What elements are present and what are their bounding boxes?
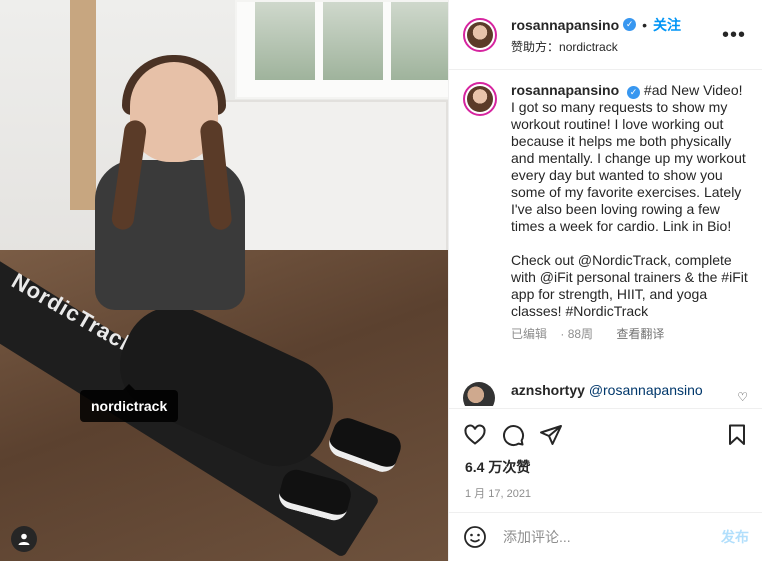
sponsor-prefix: 赞助方： [511,39,560,54]
window-pane [323,2,383,80]
window-pane [255,2,315,80]
tagged-users-button[interactable] [11,526,37,552]
window-pane [391,2,448,80]
author-avatar[interactable] [463,17,497,52]
post-header: rosannapansino ✓ • 关注 赞助方：nordictrack ••… [449,0,762,70]
like-count[interactable]: 6.4 万次赞 [449,447,762,477]
post-date: 1 月 17, 2021 [465,488,532,500]
author-username[interactable]: rosannapansino [511,17,619,33]
edited-label: 已编辑 · 88周 [511,327,594,341]
see-translation-link[interactable]: 查看翻译 [616,327,664,341]
sponsor-link[interactable]: nordictrack [559,40,618,54]
emoji-icon[interactable] [463,525,487,549]
add-comment-bar: 发布 [449,512,762,561]
caption: rosannapansino ✓ #ad New Video! I got so… [463,82,750,372]
more-options-icon[interactable]: ••• [722,24,746,47]
separator-dot: • [642,16,648,33]
photo-window [235,0,448,99]
post-side-panel: rosannapansino ✓ • 关注 赞助方：nordictrack ••… [448,0,762,561]
follow-button[interactable]: 关注 [653,15,681,35]
sponsor-line: 赞助方：nordictrack [511,38,681,55]
post-dialog: NordicTrack nordictrack rosannapansino ✓… [0,0,762,561]
action-bar: 6.4 万次赞 1 月 17, 2021 [449,408,762,509]
comment-like-icon[interactable]: ♡ [737,390,748,404]
caption-body-2: Check out @NordicTrack, complete with @i… [511,252,748,319]
photo-shelf [70,0,96,210]
post-photo[interactable]: NordicTrack nordictrack [0,0,448,561]
caption-username[interactable]: rosannapansino [511,82,619,98]
comment-input[interactable] [501,528,721,546]
save-bookmark-icon[interactable] [725,423,749,447]
comment-mention[interactable]: @rosannapansino [589,382,703,398]
product-tag[interactable]: nordictrack [80,384,179,422]
verified-badge-icon: ✓ [627,86,641,99]
post-comment-button[interactable]: 发布 [721,527,749,547]
like-heart-icon[interactable] [463,423,487,447]
caption-meta: 已编辑 · 88周 查看翻译 [511,326,750,343]
comment-row: aznshortyy @rosannapansino [463,378,750,406]
comment-bubble-icon[interactable] [501,423,525,447]
caption-avatar[interactable] [463,82,497,116]
commenter-avatar[interactable] [463,382,495,406]
user-icon [18,533,30,545]
commenter-username[interactable]: aznshortyy [511,382,585,398]
share-paper-plane-icon[interactable] [539,423,563,447]
caption-text: rosannapansino ✓ #ad New Video! I got so… [511,82,750,235]
caption-body: #ad New Video! I got so many requests to… [511,82,750,234]
verified-badge-icon: ✓ [623,18,637,31]
